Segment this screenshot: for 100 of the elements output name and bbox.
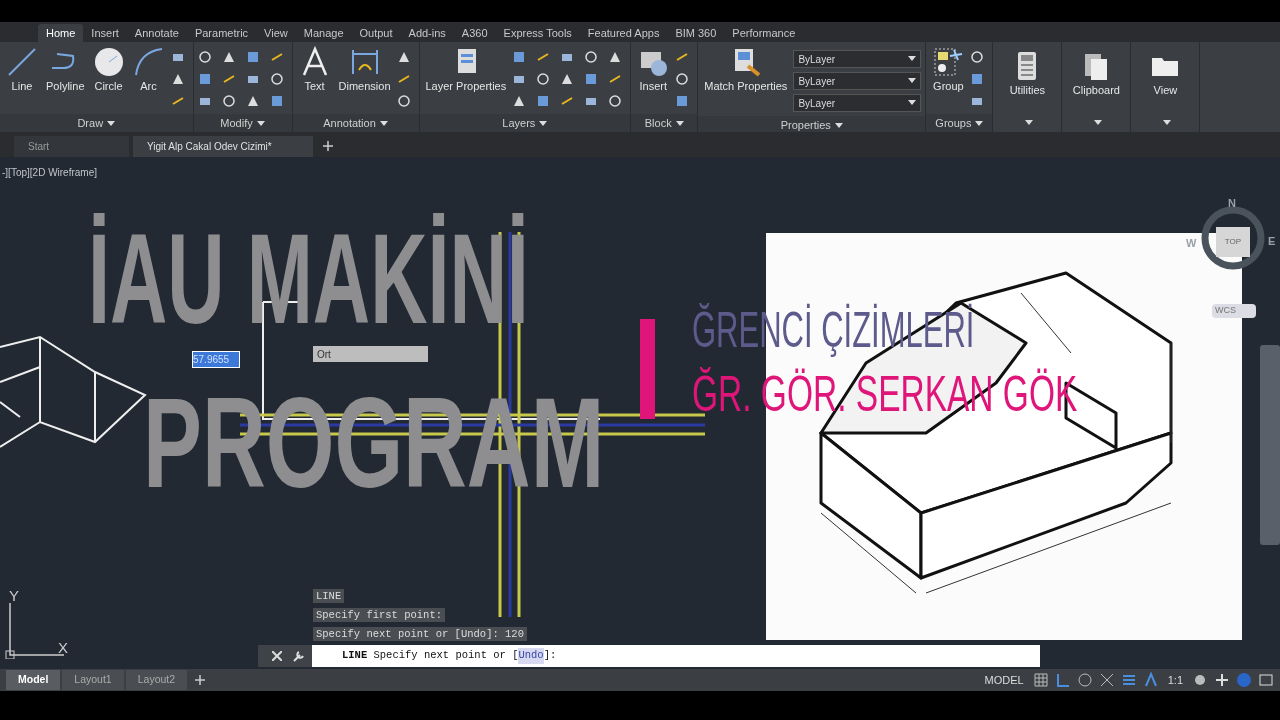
ribbon-tab[interactable]: Annotate: [126, 24, 187, 42]
document-tab[interactable]: Start: [14, 136, 129, 157]
wrench-icon: [292, 649, 306, 663]
lineweight-icon: [1120, 672, 1137, 688]
circle-icon: [970, 50, 985, 64]
polar-icon: [1076, 672, 1093, 688]
circle-icon: [197, 50, 212, 64]
caret-icon: [975, 121, 984, 128]
layout-tab[interactable]: Layout2: [125, 670, 188, 690]
ribbon-tab[interactable]: BIM 360: [667, 24, 725, 42]
ribbon-button[interactable]: Utilities: [997, 46, 1058, 97]
caret-icon: [1163, 120, 1172, 126]
ribbon-button[interactable]: Polyline: [44, 46, 87, 93]
scale-button[interactable]: 1:1: [1164, 671, 1186, 689]
panel-title[interactable]: Block: [631, 114, 698, 132]
square-icon: [970, 72, 985, 86]
circle-icon: [584, 50, 599, 64]
line-icon: [536, 50, 551, 64]
layout-tab[interactable]: Model: [6, 670, 61, 690]
ribbon-tab[interactable]: Parametric: [186, 24, 257, 42]
new-tab-icon[interactable]: [323, 141, 333, 151]
ribbon-button[interactable]: Layer Properties: [423, 46, 509, 93]
triangle-icon: [221, 50, 236, 64]
ribbon-tab[interactable]: Output: [351, 24, 401, 42]
ribbon-button[interactable]: Match Properties: [702, 46, 790, 93]
line-icon: [560, 94, 575, 108]
close-icon[interactable]: [272, 651, 282, 661]
ribbon-button[interactable]: Clipboard: [1066, 46, 1127, 97]
caret-icon: [908, 78, 917, 84]
ribbon-tab[interactable]: Manage: [295, 24, 352, 42]
compass-label: N: [1228, 196, 1236, 211]
model-space-button[interactable]: MODEL: [981, 671, 1027, 689]
ribbon-tab[interactable]: Add-ins: [400, 24, 454, 42]
group-icon: [932, 46, 965, 78]
caret-icon: [1094, 120, 1103, 126]
panel-title[interactable]: Draw: [0, 114, 193, 132]
ribbon-tab[interactable]: A360: [453, 24, 496, 42]
fullscreen-icon: [1258, 672, 1274, 688]
axis-label: X: [58, 638, 68, 658]
ribbon-tab[interactable]: View: [256, 24, 296, 42]
circle-icon: [536, 72, 551, 86]
caret-icon: [908, 100, 917, 106]
ribbon-button[interactable]: Insert: [635, 46, 672, 93]
crosshair-icon: [1098, 672, 1115, 688]
ribbon-tab[interactable]: Featured Apps: [579, 24, 668, 42]
panel-title[interactable]: Modify: [193, 114, 292, 132]
ribbon-button[interactable]: Group: [930, 46, 967, 93]
ribbon-button[interactable]: Line: [4, 46, 40, 93]
dropdown-field[interactable]: ByLayer: [793, 72, 922, 90]
new-layout-icon[interactable]: [195, 675, 206, 685]
ribbon-button[interactable]: Arc: [130, 46, 167, 93]
ribbon-tab[interactable]: Performance: [724, 24, 804, 42]
line-icon: [396, 72, 411, 86]
ribbon-button[interactable]: Circle: [90, 46, 127, 93]
line-icon: [675, 50, 690, 64]
line-icon: [6, 46, 38, 78]
line-icon: [269, 50, 284, 64]
ribbon-button[interactable]: View: [1135, 46, 1196, 97]
square-icon: [512, 50, 527, 64]
dropdown-field[interactable]: ByLayer: [793, 94, 922, 112]
arc-icon: [132, 46, 165, 78]
caret-icon: [1025, 120, 1034, 126]
square-icon: [197, 72, 212, 86]
line-icon: [221, 72, 236, 86]
document-tab[interactable]: Yigit Alp Cakal Odev Cizimi*: [133, 136, 313, 157]
square-icon: [584, 72, 599, 86]
panel-title[interactable]: Groups: [926, 114, 993, 132]
line-icon: [608, 72, 623, 86]
ribbon-tab[interactable]: Home: [38, 24, 84, 42]
viewport-label[interactable]: -][Top][2D Wireframe]: [2, 165, 98, 180]
viewcube-face[interactable]: TOP: [1216, 227, 1250, 257]
compass-label: W: [1186, 236, 1197, 251]
ribbon-tab[interactable]: Express Tools: [495, 24, 580, 42]
circle-icon: [675, 72, 690, 86]
circle-icon: [396, 94, 411, 108]
ribbon-tab[interactable]: Insert: [83, 24, 127, 42]
triangle-icon: [608, 50, 623, 64]
plus-icon: [1214, 672, 1230, 688]
circle-icon: [269, 72, 284, 86]
caret-icon: [675, 121, 684, 128]
triangle-icon: [170, 72, 185, 86]
command-input-field[interactable]: LINE Specify next point or [Undo]:: [312, 645, 1040, 667]
layout-tab[interactable]: Layout1: [62, 670, 124, 690]
ribbon-button[interactable]: Dimension: [336, 46, 393, 93]
panel-title[interactable]: Annotation: [292, 114, 419, 132]
ribbon-button[interactable]: Text: [296, 46, 333, 93]
triangle-icon: [245, 94, 260, 108]
square-icon: [245, 50, 260, 64]
panel-title[interactable]: Layers: [419, 114, 631, 132]
circle-icon: [608, 94, 623, 108]
triangle-icon: [396, 50, 411, 64]
dropdown-field[interactable]: ByLayer: [793, 50, 922, 68]
square-icon: [536, 94, 551, 108]
annotation-icon: [1142, 672, 1159, 688]
caret-icon: [256, 121, 265, 128]
panel-title[interactable]: Properties: [698, 116, 926, 132]
grid-icon: [1032, 672, 1049, 688]
circle-icon: [221, 94, 236, 108]
ucs-menu[interactable]: WCS: [1212, 304, 1256, 318]
caret-icon: [834, 123, 843, 130]
